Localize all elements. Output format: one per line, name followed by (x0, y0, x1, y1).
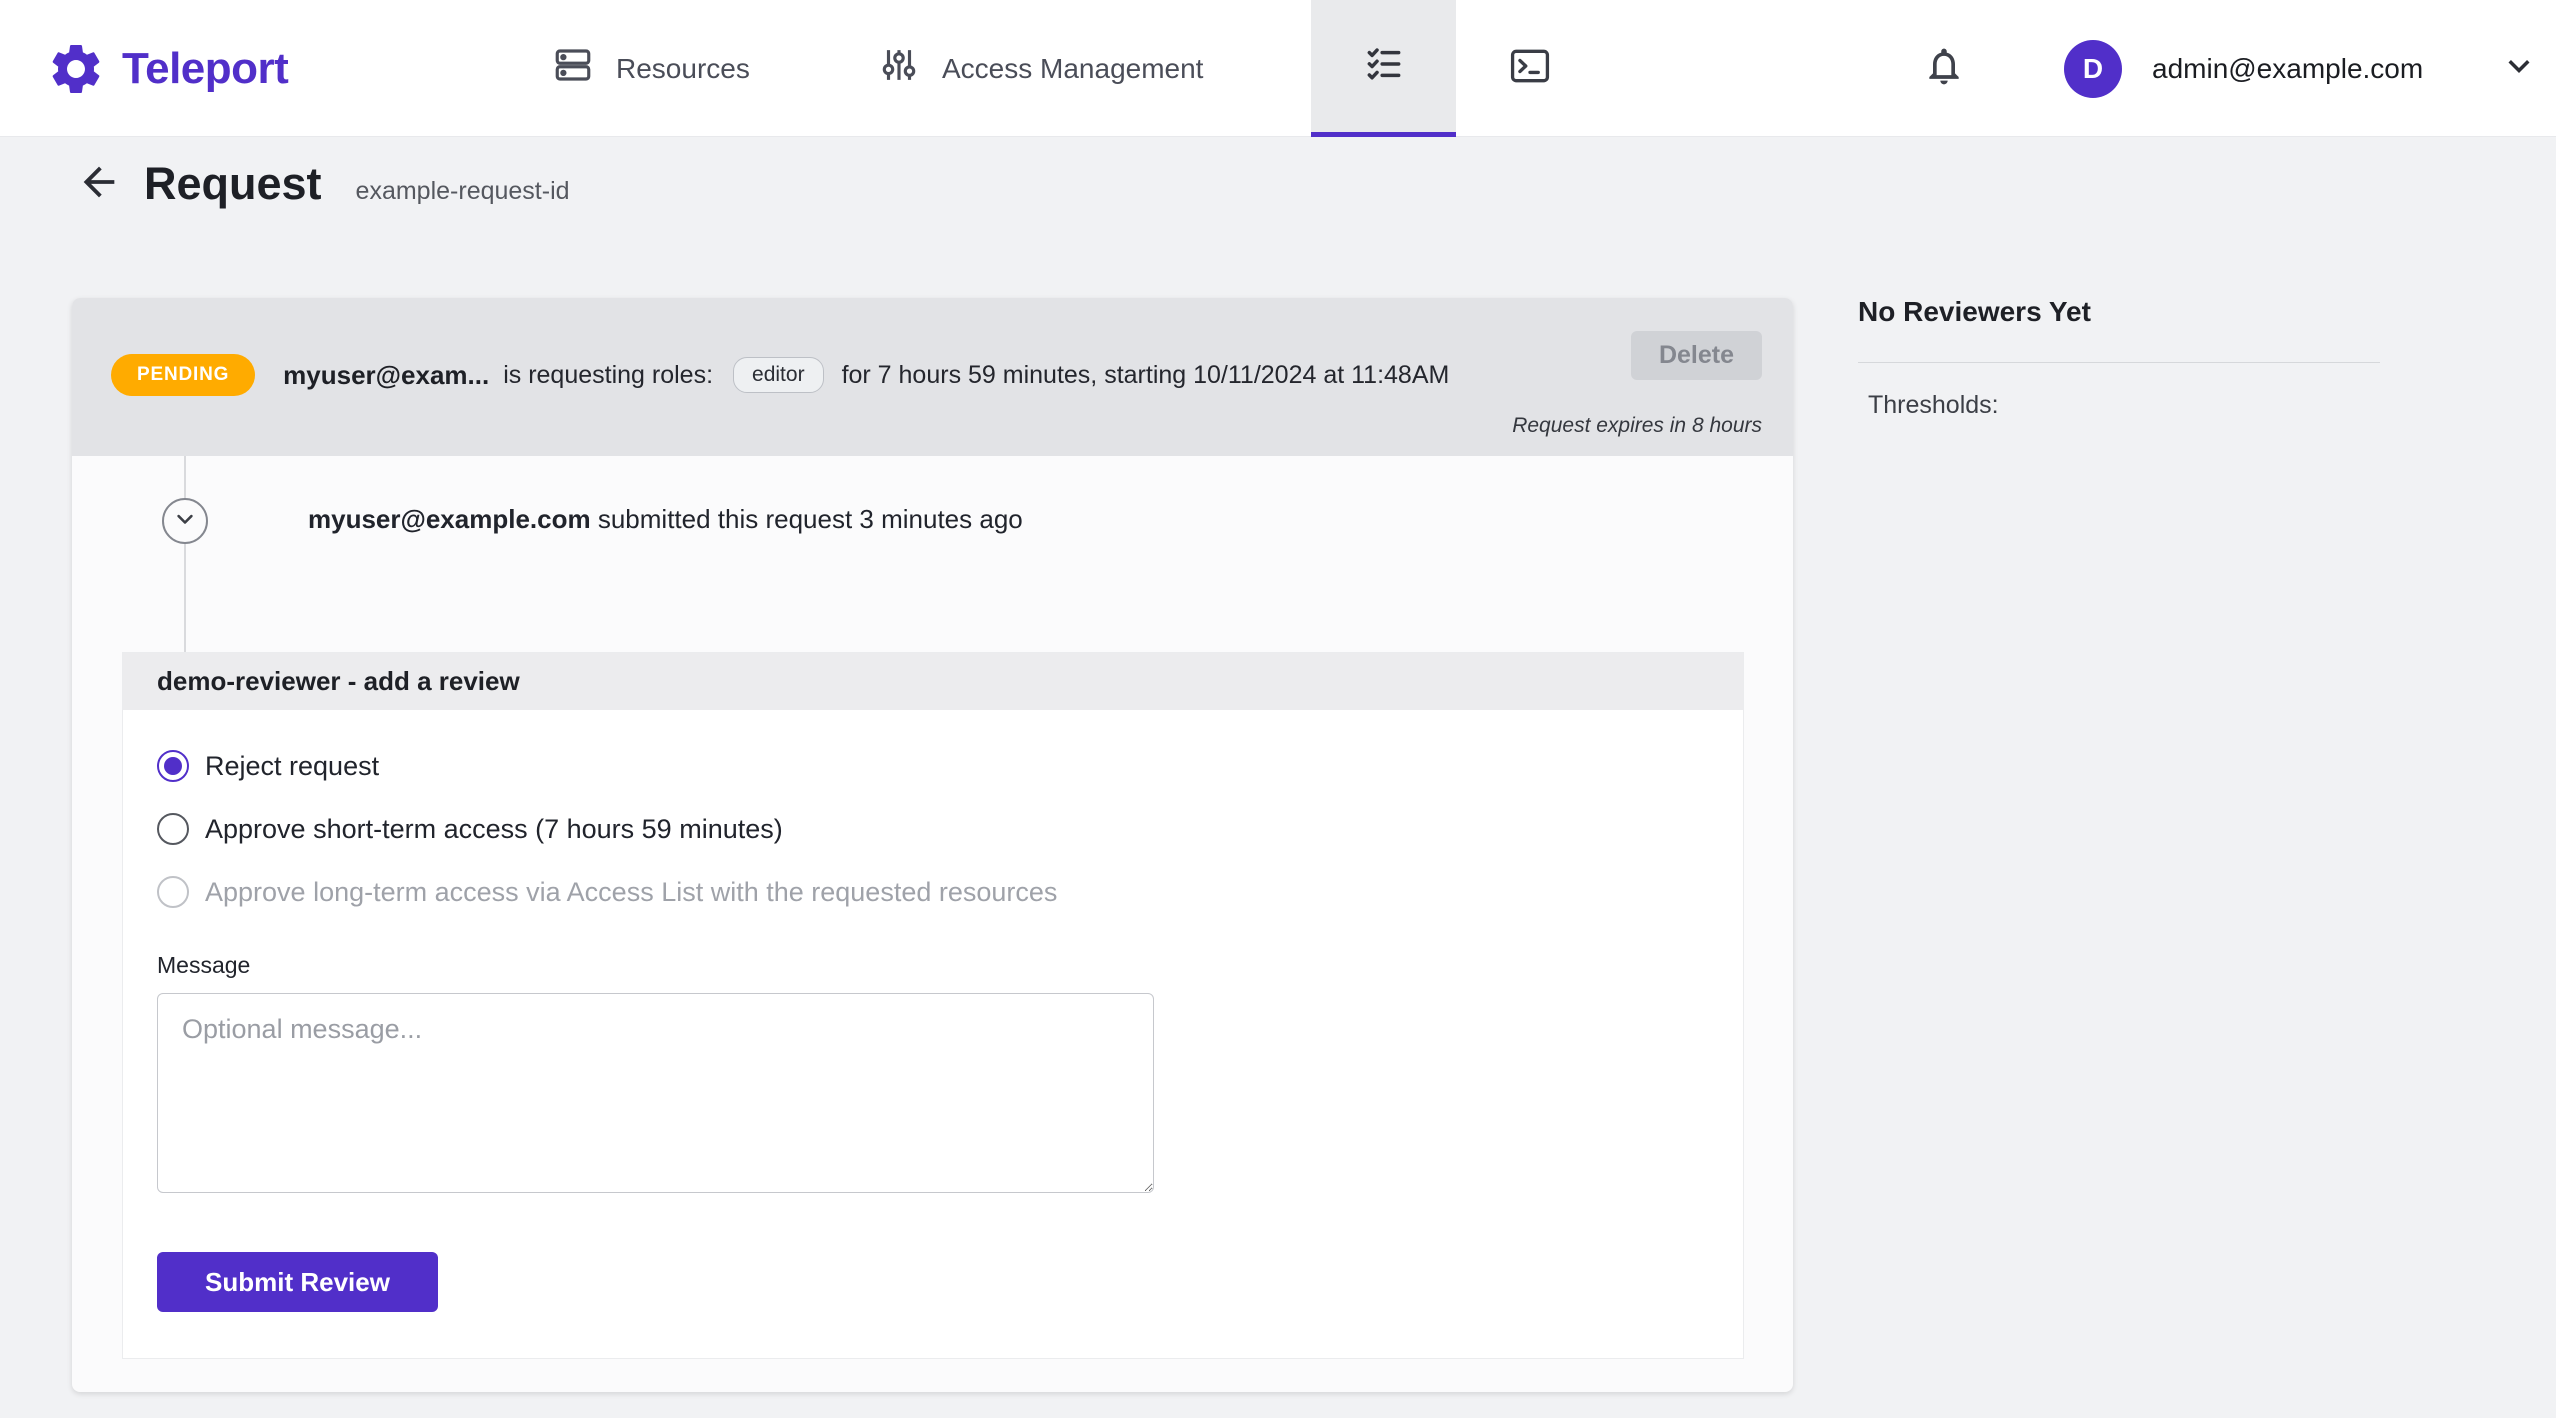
submit-review-button[interactable]: Submit Review (157, 1252, 438, 1312)
request-card-header: PENDING myuser@exam... is requesting rol… (72, 298, 1793, 456)
message-label: Message (157, 952, 251, 978)
nav-access-management-label: Access Management (942, 52, 1204, 84)
event-user: myuser@example.com (308, 504, 591, 534)
event-description: submitted this request 3 minutes ago (590, 504, 1023, 534)
teleport-gear-icon (46, 39, 106, 99)
review-box: demo-reviewer - add a review Reject requ… (122, 652, 1744, 1359)
timeline-expand-button[interactable] (162, 498, 208, 544)
status-badge: PENDING (111, 354, 256, 396)
radio-option-label: Approve long-term access via Access List… (205, 876, 1058, 907)
request-card-body: myuser@example.com submitted this reques… (72, 456, 1793, 1392)
sliders-icon (878, 44, 920, 93)
timeline-line (184, 456, 186, 652)
tab-terminal[interactable] (1456, 0, 1604, 137)
page-title: Request (144, 158, 322, 209)
radio-option-reject[interactable]: Reject request (157, 750, 1709, 782)
expires-note: Request expires in 8 hours (1512, 414, 1762, 437)
radio-option-approve-short-term[interactable]: Approve short-term access (7 hours 59 mi… (157, 813, 1709, 845)
request-summary-row: PENDING myuser@exam... is requesting rol… (111, 354, 1449, 396)
tab-access-requests[interactable] (1311, 0, 1456, 137)
user-menu-button[interactable] (2498, 0, 2540, 137)
nav-item-resources[interactable]: Resources (552, 0, 750, 137)
notifications-button[interactable] (1922, 0, 1966, 137)
radio-option-label: Reject request (205, 750, 380, 781)
terminal-icon (1508, 44, 1552, 93)
nav-item-access-management[interactable]: Access Management (878, 0, 1203, 137)
requesting-text: is requesting roles: (503, 360, 714, 389)
role-chip: editor (733, 357, 824, 393)
nav-resources-label: Resources (616, 52, 750, 84)
radio-option-label: Approve short-term access (7 hours 59 mi… (205, 813, 783, 844)
brand-name: Teleport (122, 43, 289, 93)
bell-icon (1922, 44, 1966, 93)
reviewers-divider (1858, 362, 2380, 363)
review-header: demo-reviewer - add a review (123, 653, 1743, 710)
back-button[interactable] (76, 159, 122, 210)
chevron-down-icon (2498, 45, 2540, 92)
message-input[interactable] (157, 993, 1154, 1193)
page-header: Request example-request-id (76, 158, 570, 210)
user-avatar[interactable]: D (2064, 40, 2122, 98)
schedule-text: for 7 hours 59 minutes, starting 10/11/2… (841, 360, 1450, 389)
teleport-logo[interactable]: Teleport (46, 0, 289, 137)
timeline-event-text: myuser@example.com submitted this reques… (308, 504, 1023, 535)
arrow-left-icon (76, 159, 122, 210)
radio-button-icon (157, 813, 189, 845)
request-id: example-request-id (355, 177, 570, 205)
reviewers-title: No Reviewers Yet (1858, 296, 2091, 327)
top-navbar: Teleport Resources Access Management D a… (0, 0, 2556, 137)
checklist-icon (1362, 42, 1406, 91)
review-body: Reject request Approve short-term access… (123, 710, 1743, 1358)
requester-email: myuser@exam... (283, 359, 490, 390)
delete-button[interactable]: Delete (1630, 331, 1762, 380)
radio-button-icon (157, 750, 189, 782)
user-email: admin@example.com (2152, 52, 2424, 84)
reviewers-panel: No Reviewers Yet Thresholds: (1858, 296, 2380, 420)
resources-icon (552, 44, 594, 93)
radio-button-icon (157, 876, 189, 908)
thresholds-label: Thresholds: (1868, 391, 1999, 419)
radio-option-approve-long-term: Approve long-term access via Access List… (157, 876, 1709, 908)
chevron-down-icon (171, 505, 199, 538)
request-card: PENDING myuser@exam... is requesting rol… (72, 298, 1793, 1392)
